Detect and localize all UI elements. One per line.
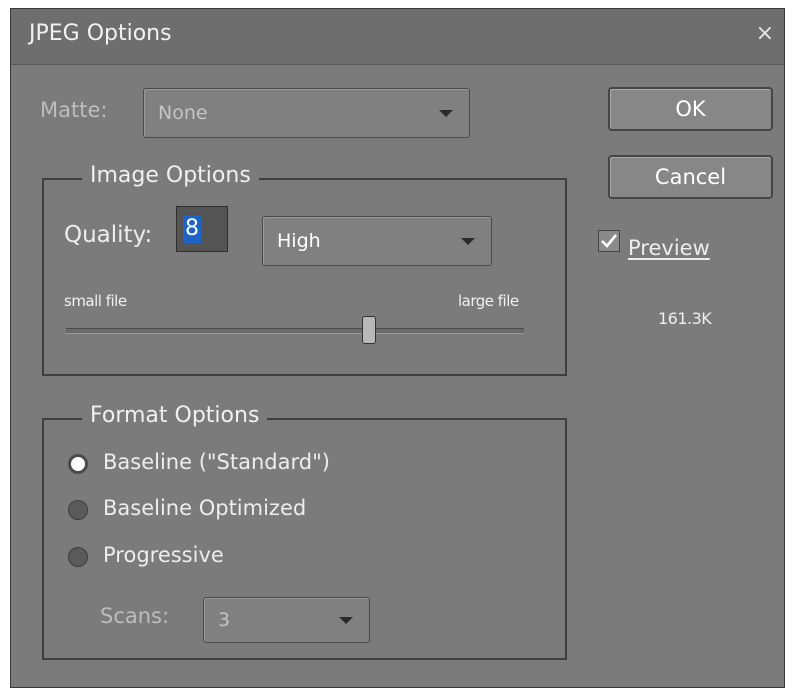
quality-label: Quality:	[64, 222, 153, 248]
checkmark-icon	[601, 234, 618, 248]
scans-label: Scans:	[100, 604, 170, 628]
matte-label: Matte:	[40, 98, 108, 122]
small-file-label: small file	[64, 292, 127, 310]
quality-slider-thumb[interactable]	[362, 316, 376, 344]
quality-input[interactable]: 8	[176, 206, 228, 252]
matte-value: None	[158, 102, 208, 124]
preview-label[interactable]: Preview	[628, 236, 710, 260]
quality-value: 8	[183, 215, 201, 243]
matte-dropdown[interactable]: None	[143, 88, 470, 138]
scans-dropdown[interactable]: 3	[203, 597, 370, 643]
image-options-legend: Image Options	[82, 163, 259, 188]
chevron-down-icon	[339, 617, 353, 624]
chevron-down-icon	[439, 110, 453, 117]
radio-baseline-optimized[interactable]	[68, 500, 88, 520]
quality-preset-value: High	[277, 230, 321, 252]
cancel-button-label: Cancel	[654, 165, 727, 189]
cancel-button[interactable]: Cancel	[608, 155, 773, 199]
radio-baseline-standard[interactable]	[68, 454, 88, 474]
ok-button-label: OK	[675, 97, 706, 121]
chevron-down-icon	[461, 238, 475, 245]
file-size-readout: 161.3K	[658, 309, 712, 328]
large-file-label: large file	[458, 292, 519, 310]
ok-button[interactable]: OK	[608, 87, 773, 131]
option-baseline-standard-label[interactable]: Baseline ("Standard")	[103, 450, 330, 474]
title-bar[interactable]: JPEG Options ×	[11, 9, 784, 65]
scans-value: 3	[218, 609, 231, 631]
radio-progressive[interactable]	[68, 547, 88, 567]
preview-checkbox[interactable]	[598, 230, 620, 252]
dialog-title: JPEG Options	[29, 21, 172, 46]
option-progressive-label[interactable]: Progressive	[103, 543, 224, 567]
format-options-legend: Format Options	[82, 403, 268, 428]
quality-slider-track[interactable]	[66, 328, 524, 334]
option-baseline-optimized-label[interactable]: Baseline Optimized	[103, 496, 306, 520]
quality-preset-dropdown[interactable]: High	[262, 216, 492, 266]
close-icon[interactable]: ×	[756, 21, 774, 46]
image-options-group	[42, 178, 567, 376]
